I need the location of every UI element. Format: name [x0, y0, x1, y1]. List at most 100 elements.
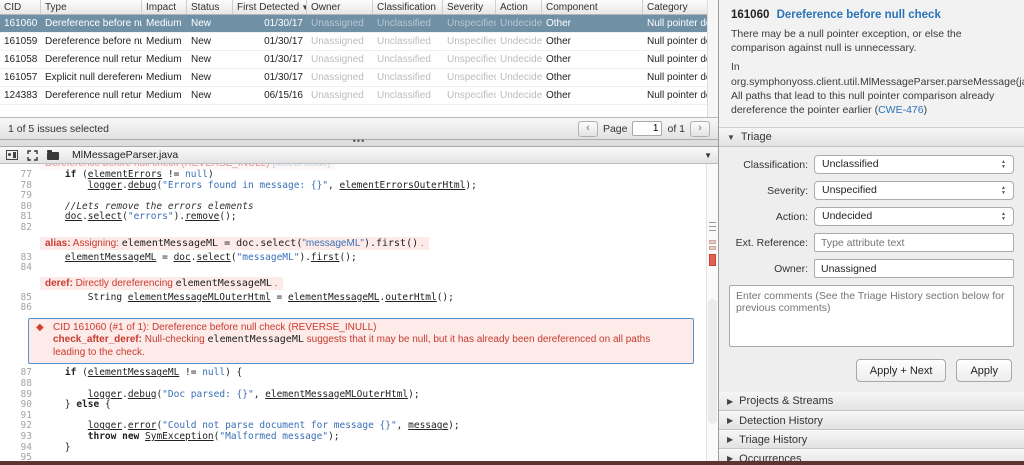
cell-action: Undecided [500, 18, 542, 29]
column-header-first-detected[interactable]: First Detected▼ [233, 0, 307, 14]
code-text: throw [87, 431, 117, 442]
identifier: remove [185, 211, 220, 223]
code-text: Directly dereferencing [72, 277, 176, 289]
code-text: ); [465, 179, 477, 191]
page-number-input[interactable] [632, 121, 663, 136]
cell-first_detected: 01/30/17 [264, 36, 303, 47]
column-header-owner[interactable]: Owner [307, 0, 373, 14]
cell-impact: Medium [146, 18, 182, 29]
expand-icon[interactable] [27, 150, 38, 161]
code-text: Null-checking [141, 334, 208, 346]
code-text: check_after_deref: [53, 334, 142, 346]
code-line-87: 87 if (elementMessageML != null) { [0, 368, 704, 379]
code-text: (); [339, 251, 357, 263]
next-page-button[interactable]: › [690, 120, 710, 137]
panes-icon[interactable] [6, 150, 18, 160]
code-text: String [42, 291, 128, 303]
cell-classification: Unclassified [377, 90, 431, 101]
section-header-occurrences[interactable]: ▶ Occurrences [719, 449, 1024, 461]
pane-splitter-handle[interactable]: ••• [0, 137, 718, 147]
code-text: new [122, 431, 140, 442]
cell-type: Dereference before null [45, 18, 142, 29]
event-bubble[interactable]: deref: Directly dereferencing elementMes… [40, 276, 283, 290]
cwe-link[interactable]: CWE-476 [878, 104, 924, 116]
column-header-type[interactable]: Type [41, 0, 142, 14]
identifier: elementErrors [87, 169, 163, 180]
section-header-triage[interactable]: ▼ Triage [719, 128, 1024, 148]
apply-button[interactable]: Apply [956, 359, 1012, 383]
ext-reference-label: Ext. Reference: [735, 236, 808, 249]
cell-first_detected: 01/30/17 [264, 54, 303, 65]
column-header-component[interactable]: Component [542, 0, 643, 14]
classification-select[interactable]: Unclassified ▲ ▼ [814, 155, 1014, 175]
section-label: Triage History [739, 433, 808, 446]
section-header-projects-streams[interactable]: ▶ Projects & Streams [719, 392, 1024, 412]
section-label: Projects & Streams [739, 395, 834, 408]
table-scrollbar[interactable] [707, 0, 718, 117]
identifier: debug [127, 179, 157, 191]
table-row-161057[interactable]: 161057 Explicit null dereference Medium New… [0, 69, 718, 87]
code-text: ); [448, 420, 460, 432]
code-text: (); [436, 291, 454, 303]
column-header-cid[interactable]: CID [0, 0, 41, 14]
issue-type-link[interactable]: Dereference before null check [777, 9, 941, 21]
code-text: ). [173, 211, 186, 223]
event-bubble[interactable]: Dereference before null check (REVERSE_I… [40, 164, 336, 170]
coverity-triage-window: CIDTypeImpactStatusFirst Detected▼OwnerC… [0, 0, 1024, 465]
triage-field-classification: Classification: Unclassified ▲ ▼ [729, 155, 1014, 175]
column-header-impact[interactable]: Impact [142, 0, 187, 14]
section-header-detection-history[interactable]: ▶ Detection History [719, 411, 1024, 431]
severity-select[interactable]: Unspecified ▲ ▼ [814, 181, 1014, 201]
table-row-124383[interactable]: 124383 Dereference null return Medium New 06… [0, 87, 718, 105]
code-text: "messageML" [302, 237, 364, 249]
issues-table: CIDTypeImpactStatusFirst Detected▼OwnerC… [0, 0, 718, 118]
code-text: ( [76, 169, 88, 180]
action-label: Action: [775, 210, 808, 223]
defect-event-box[interactable]: ◆ CID 161060 (#1 of 1): Dereference befor… [28, 317, 694, 365]
identifier: message [408, 420, 449, 432]
line-number: 86 [20, 302, 32, 314]
owner-input[interactable] [814, 259, 1014, 279]
column-header-severity[interactable]: Severity [443, 0, 496, 14]
issue-summary: 161060 Dereference before null check The… [719, 0, 1024, 129]
cell-first_detected: 06/15/16 [264, 90, 303, 101]
code-text: != [162, 169, 186, 180]
comments-textarea[interactable] [729, 285, 1014, 348]
code-text: ).first() [363, 237, 419, 249]
caret-down-icon[interactable]: ▼ [704, 151, 712, 160]
event-bubble[interactable]: alias: Assigning: elementMessageML = doc… [40, 236, 429, 250]
code-text: != [179, 367, 203, 379]
cell-classification: Unclassified [377, 72, 431, 83]
cell-action: Undecided [500, 72, 542, 83]
scrollbar-thumb[interactable] [708, 299, 717, 424]
column-header-status[interactable]: Status [187, 0, 233, 14]
select-issue-link[interactable]: [select issue] [272, 164, 330, 169]
stepper-icon: ▲ ▼ [1001, 158, 1006, 170]
column-header-action[interactable]: Action [496, 0, 542, 14]
cell-type: Dereference null return [45, 54, 142, 65]
table-row-161059[interactable]: 161059 Dereference before null Medium New 01… [0, 33, 718, 51]
table-row-161060[interactable]: 161060 Dereference before null Medium New 01… [0, 15, 718, 33]
triage-fields: Classification: Unclassified ▲ ▼ Severity: Un… [729, 155, 1014, 279]
cell-action: Undecided [500, 90, 542, 101]
scrollbar-event-mark [709, 230, 716, 231]
code-scrollbar[interactable] [706, 164, 718, 461]
stepper-icon: ▲ ▼ [1001, 184, 1006, 196]
selection-count-text: 1 of 5 issues selected [8, 122, 109, 135]
section-header-triage-history[interactable]: ▶ Triage History [719, 430, 1024, 450]
table-row-161058[interactable]: 161058 Dereference null return Medium New 01… [0, 51, 718, 69]
column-header-classification[interactable]: Classification [373, 0, 443, 14]
classification-label: Classification: [743, 158, 808, 171]
caret-collapsed-icon: ▶ [727, 454, 734, 461]
action-select[interactable]: Undecided ▲ ▼ [814, 207, 1014, 227]
line-number: 77 [20, 169, 32, 180]
cell-classification: Unclassified [377, 54, 431, 65]
folder-icon[interactable] [47, 150, 59, 160]
ext-reference-input[interactable] [814, 233, 1014, 253]
code-text: "messageML" [236, 251, 300, 263]
apply-next-button[interactable]: Apply + Next [855, 359, 947, 383]
cell-component: Other [546, 72, 572, 83]
previous-page-button[interactable]: ‹ [577, 120, 598, 137]
